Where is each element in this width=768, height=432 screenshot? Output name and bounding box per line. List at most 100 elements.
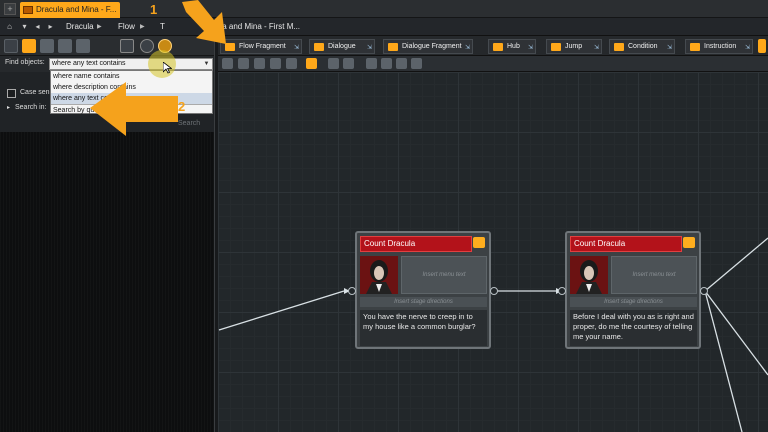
- template-dialogue-fragment[interactable]: Dialogue Fragment ⇲: [383, 39, 473, 54]
- stage-directions-field[interactable]: Insert stage directions: [360, 297, 487, 307]
- stage-directions-field[interactable]: Insert stage directions: [570, 297, 697, 307]
- option-description-contains[interactable]: where description contains: [51, 82, 212, 93]
- template-hub[interactable]: Hub ⇲: [488, 39, 536, 54]
- breadcrumb-item-dracula[interactable]: Dracula: [66, 18, 94, 36]
- chevron-down-icon[interactable]: ▼: [202, 60, 211, 68]
- dropdown-icon[interactable]: ▾: [19, 21, 30, 32]
- entity-icon[interactable]: [40, 39, 54, 53]
- template-jump[interactable]: Jump ⇲: [546, 39, 602, 54]
- option-name-contains[interactable]: where name contains: [51, 71, 212, 82]
- flow-fragment-icon: [23, 6, 33, 14]
- option-any-text-contains[interactable]: where any text contains: [51, 93, 212, 104]
- case-sensitive-checkbox[interactable]: [7, 89, 16, 98]
- template-toolbar: Flow Fragment ⇲ Dialogue ⇲ Dialogue Frag…: [218, 36, 768, 56]
- forward-icon[interactable]: ▸: [45, 21, 56, 32]
- search-button[interactable]: Search: [178, 120, 200, 127]
- dialogue-icon: [314, 43, 324, 51]
- insert-icon[interactable]: [306, 58, 317, 69]
- input-pin[interactable]: [558, 287, 566, 295]
- template-label: Condition: [628, 43, 658, 50]
- dracula-portrait-icon: [570, 256, 608, 294]
- comment-icon[interactable]: [286, 58, 297, 69]
- hub-icon: [493, 43, 503, 51]
- dialogue-fragment-icon: [388, 43, 398, 51]
- more-templates-icon[interactable]: [758, 39, 766, 53]
- step-number-1: 1: [150, 2, 158, 17]
- template-label: Dialogue: [328, 43, 356, 50]
- note-icon[interactable]: [254, 58, 265, 69]
- flow-icon[interactable]: [22, 39, 36, 53]
- flow-fragment-icon: [225, 43, 235, 51]
- breadcrumb-separator: ▶: [140, 24, 145, 30]
- title-bar: + Dracula and Mina - F...: [0, 0, 768, 18]
- output-pin[interactable]: [490, 287, 498, 295]
- list-view-icon[interactable]: [4, 39, 18, 53]
- speaker-portrait: [360, 256, 398, 294]
- group-icon[interactable]: [396, 58, 407, 69]
- find-mode-select[interactable]: where any text contains ▼: [49, 58, 213, 70]
- menu-text-field[interactable]: Insert menu text: [401, 256, 487, 294]
- navigator-toolbar: [0, 36, 216, 56]
- breadcrumb-separator: ▶: [97, 24, 102, 30]
- instruction-icon: [690, 43, 700, 51]
- drag-handle-icon: ⇲: [464, 45, 470, 51]
- node-speaker: Count Dracula: [570, 236, 682, 252]
- search-results-pane[interactable]: [0, 132, 216, 432]
- step-number-2: 2: [178, 99, 186, 114]
- drag-handle-icon: ⇲: [366, 45, 372, 51]
- breadcrumb-item-3[interactable]: T: [160, 18, 165, 36]
- dialogue-node[interactable]: Count Dracula Insert menu text Insert st…: [565, 231, 701, 349]
- breadcrumb: ⌂ ▾ ◂ ▸ Dracula ▶ Flow ▶ T cula and Mina…: [0, 18, 768, 36]
- dialogue-node[interactable]: Count Dracula Insert menu text Insert st…: [355, 231, 491, 349]
- drag-handle-icon: ⇲: [744, 45, 750, 51]
- option-search-by-query[interactable]: Search by query: [51, 104, 212, 115]
- align-icon[interactable]: [343, 58, 354, 69]
- canvas-toolbar: [218, 56, 768, 72]
- distribute-icon[interactable]: [328, 58, 339, 69]
- group-icon[interactable]: [381, 58, 392, 69]
- find-objects-label: Find objects:: [5, 59, 45, 66]
- template-dialogue[interactable]: Dialogue ⇲: [309, 39, 375, 54]
- template-condition[interactable]: Condition ⇲: [609, 39, 675, 54]
- mouse-cursor-icon: [163, 62, 172, 74]
- group-icon[interactable]: [411, 58, 422, 69]
- image-icon[interactable]: [222, 58, 233, 69]
- template-label: Instruction: [704, 43, 737, 50]
- dialogue-text[interactable]: Before I deal with you as is right and p…: [570, 310, 697, 346]
- asset-icon[interactable]: [76, 39, 90, 53]
- group-icon[interactable]: [366, 58, 377, 69]
- input-pin[interactable]: [348, 287, 356, 295]
- output-pin[interactable]: [700, 287, 708, 295]
- document-tab-label: Dracula and Mina - F...: [36, 5, 117, 14]
- node-speaker: Count Dracula: [360, 236, 472, 252]
- filter-icon[interactable]: [120, 39, 134, 53]
- jump-icon: [551, 43, 561, 51]
- back-icon[interactable]: ◂: [32, 21, 43, 32]
- menu-text-field[interactable]: Insert menu text: [611, 256, 697, 294]
- document-tab[interactable]: Dracula and Mina - F...: [20, 2, 120, 18]
- speech-bubble-icon: [473, 237, 485, 248]
- breadcrumb-item-flow[interactable]: Flow: [118, 18, 135, 36]
- template-instruction[interactable]: Instruction ⇲: [685, 39, 753, 54]
- template-flow-fragment[interactable]: Flow Fragment ⇲: [220, 39, 302, 54]
- home-icon[interactable]: ⌂: [4, 21, 15, 32]
- link-icon[interactable]: [270, 58, 281, 69]
- drag-handle-icon: ⇲: [593, 45, 599, 51]
- settings-icon[interactable]: [140, 39, 154, 53]
- location-icon[interactable]: [58, 39, 72, 53]
- breadcrumb-item-current[interactable]: cula and Mina - First M...: [212, 18, 300, 36]
- drag-handle-icon: ⇲: [527, 45, 533, 51]
- new-tab-button[interactable]: +: [4, 3, 16, 15]
- find-mode-value: where any text contains: [52, 60, 126, 67]
- condition-icon: [614, 43, 624, 51]
- search-in-label: Search in:: [15, 104, 47, 111]
- expand-icon[interactable]: ▸: [7, 104, 10, 111]
- dialogue-text[interactable]: You have the nerve to creep in to my hou…: [360, 310, 487, 346]
- speech-bubble-icon: [683, 237, 695, 248]
- template-label: Hub: [507, 43, 520, 50]
- template-label: Jump: [565, 43, 583, 50]
- template-label: Flow Fragment: [239, 43, 286, 50]
- case-sensitive-label: Case sens: [20, 89, 54, 96]
- drag-handle-icon: ⇲: [666, 45, 672, 51]
- image-icon[interactable]: [238, 58, 249, 69]
